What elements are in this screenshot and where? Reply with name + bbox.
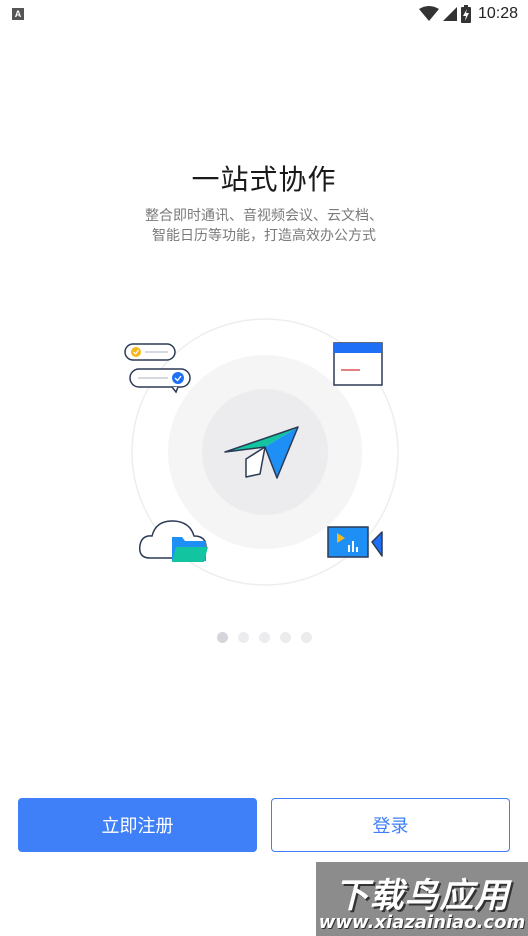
status-indicators: 10:28: [418, 4, 518, 24]
inner-circle: [202, 389, 328, 515]
page-title: 一站式协作: [191, 163, 337, 196]
page-dot-1[interactable]: [216, 632, 228, 643]
notification-icon: A: [12, 8, 24, 20]
subtitle-line-2: 智能日历等功能，打造高效办公方式: [152, 228, 376, 244]
signal-icon: [442, 7, 457, 21]
subtitle-line-1: 整合即时通讯、音视频会议、云文档、: [145, 208, 383, 224]
status-time: 10:28: [477, 5, 518, 22]
status-bar: A 10:28: [0, 0, 528, 28]
video-camera-icon: [327, 526, 383, 558]
page-dot-2[interactable]: [237, 632, 249, 643]
page-indicator: [0, 632, 528, 643]
battery-icon: [460, 5, 471, 23]
watermark-title: 下载鸟应用: [334, 876, 510, 916]
login-button[interactable]: 登录: [271, 798, 510, 852]
watermark: 下载鸟应用 www.xiazainiao.com: [316, 862, 528, 936]
watermark-url: www.xiazainiao.com: [318, 912, 526, 933]
chat-bubbles-icon: [124, 343, 191, 394]
cloud-folder-icon: [138, 520, 208, 562]
wifi-icon: [418, 6, 439, 21]
page-dot-3[interactable]: [258, 632, 270, 643]
page-subtitle: 整合即时通讯、音视频会议、云文档、 智能日历等功能，打造高效办公方式: [0, 206, 528, 246]
page-dot-4[interactable]: [279, 632, 291, 643]
collaboration-illustration: [124, 318, 399, 586]
register-button[interactable]: 立即注册: [18, 798, 257, 852]
page-dot-5[interactable]: [300, 632, 312, 643]
document-window-icon: [333, 342, 383, 386]
